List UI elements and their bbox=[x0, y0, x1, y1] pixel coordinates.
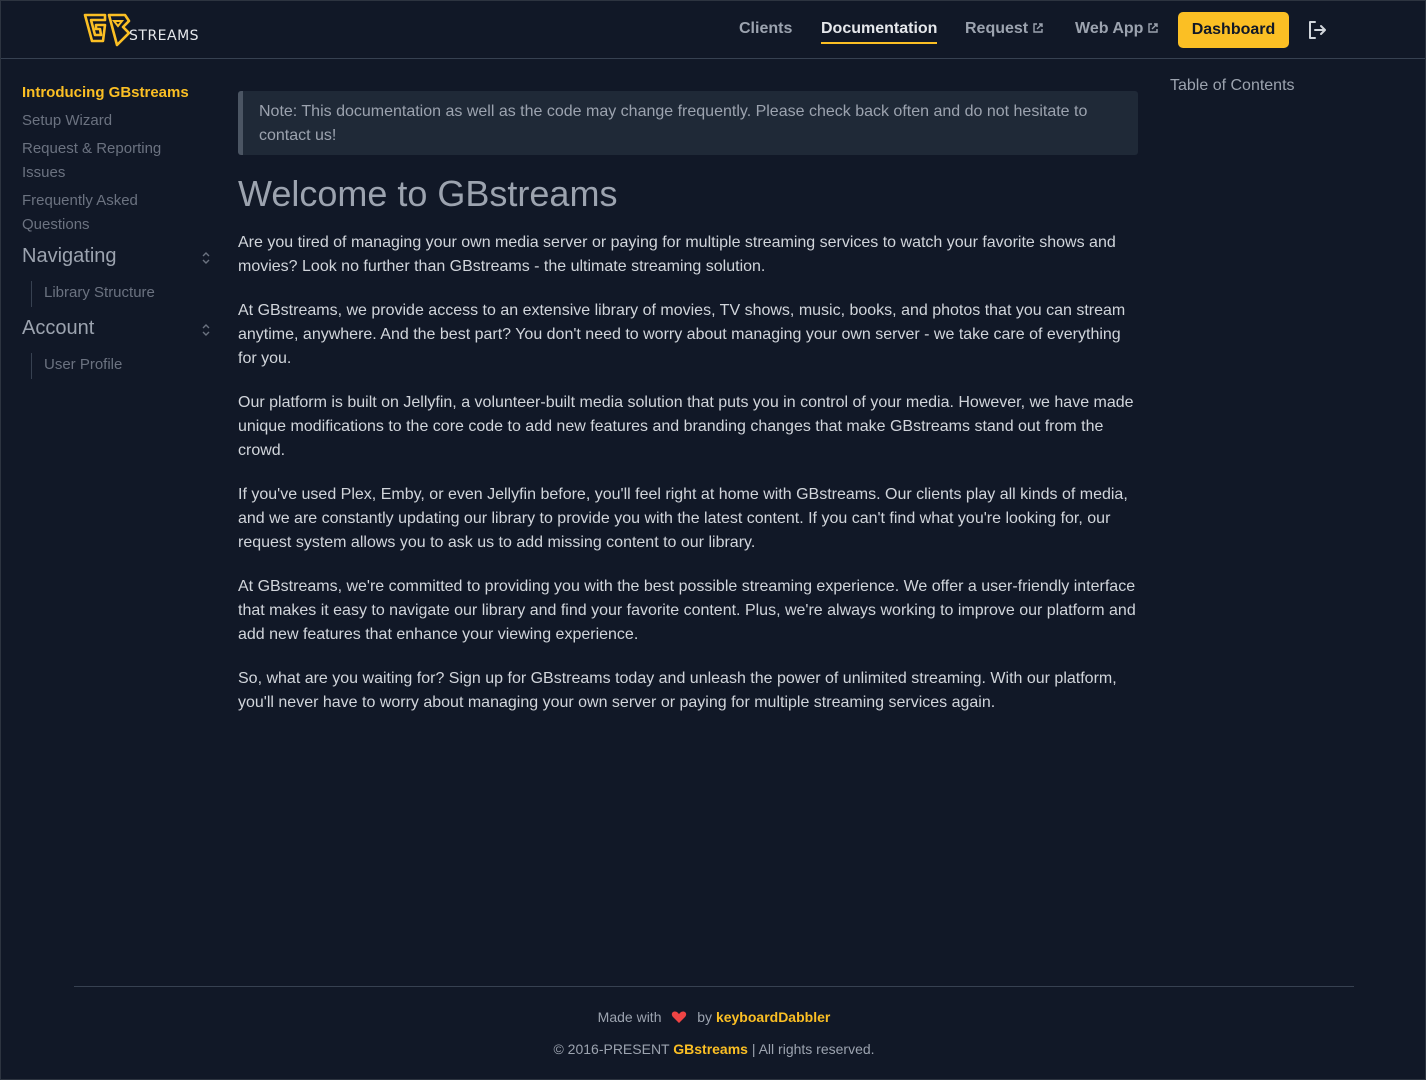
footer-copyright: © 2016-PRESENT GBstreams | All rights re… bbox=[1, 1041, 1426, 1057]
paragraph: At GBstreams, we're committed to providi… bbox=[238, 578, 1136, 643]
sidebar-section-account[interactable]: Account bbox=[22, 317, 212, 340]
paragraph: Are you tired of managing your own media… bbox=[238, 234, 1116, 275]
rights-text: | All rights reserved. bbox=[751, 1041, 875, 1057]
nav-web-app[interactable]: Web App bbox=[1075, 20, 1159, 38]
dashboard-button[interactable]: Dashboard bbox=[1178, 12, 1289, 48]
footer-by: by bbox=[697, 1009, 713, 1025]
paragraph: Our platform is built on Jellyfin, a vol… bbox=[238, 394, 1134, 459]
table-of-contents: Table of Contents bbox=[1170, 77, 1295, 94]
collapse-chevron-icon[interactable] bbox=[200, 252, 212, 264]
copyright-text: © 2016-PRESENT bbox=[553, 1041, 670, 1057]
page: STREAMS Clients Documentation Request We… bbox=[0, 0, 1426, 1080]
footer-divider bbox=[74, 986, 1354, 987]
paragraph: So, what are you waiting for? Sign up fo… bbox=[238, 670, 1117, 711]
sidebar-item-library-structure[interactable]: Library Structure bbox=[31, 281, 155, 307]
logout-icon[interactable] bbox=[1306, 19, 1328, 41]
top-navbar: STREAMS Clients Documentation Request We… bbox=[1, 1, 1425, 59]
nav-request-label: Request bbox=[965, 20, 1029, 37]
page-title: Welcome to GBstreams bbox=[238, 173, 618, 214]
footer-made-with: Made with bbox=[597, 1009, 662, 1025]
sidebar-item-faq[interactable]: Frequently Asked Questions bbox=[22, 189, 182, 237]
paragraph: If you've used Plex, Emby, or even Jelly… bbox=[238, 486, 1128, 551]
collapse-chevron-icon[interactable] bbox=[200, 324, 212, 336]
brand-link[interactable]: GBstreams bbox=[673, 1041, 748, 1057]
nav-web-app-label: Web App bbox=[1075, 20, 1144, 37]
sidebar-item-introducing[interactable]: Introducing GBstreams bbox=[22, 81, 207, 105]
author-link[interactable]: keyboardDabbler bbox=[716, 1009, 830, 1025]
nav-documentation[interactable]: Documentation bbox=[821, 20, 938, 44]
nav-request[interactable]: Request bbox=[965, 20, 1044, 38]
nav-clients[interactable]: Clients bbox=[739, 20, 792, 38]
sidebar-section-label: Navigating bbox=[22, 245, 117, 267]
sidebar-section-navigating[interactable]: Navigating bbox=[22, 245, 212, 268]
external-link-icon bbox=[1033, 23, 1043, 33]
logo-wordmark: STREAMS bbox=[129, 28, 200, 44]
heart-icon bbox=[672, 1011, 687, 1023]
sidebar-item-request-reporting[interactable]: Request & Reporting Issues bbox=[22, 137, 182, 185]
sidebar-item-setup-wizard[interactable]: Setup Wizard bbox=[22, 109, 207, 133]
gbstreams-logo[interactable]: STREAMS bbox=[83, 11, 203, 49]
external-link-icon bbox=[1148, 23, 1159, 33]
note-callout: Note: This documentation as well as the … bbox=[238, 91, 1138, 155]
sidebar-item-user-profile[interactable]: User Profile bbox=[31, 353, 122, 379]
footer-credits: Made with by keyboardDabbler bbox=[1, 1009, 1426, 1025]
paragraph: At GBstreams, we provide access to an ex… bbox=[238, 302, 1126, 367]
gb-logo-icon bbox=[83, 13, 131, 47]
article-body: Are you tired of managing your own media… bbox=[238, 231, 1138, 735]
sidebar-section-label: Account bbox=[22, 317, 95, 339]
